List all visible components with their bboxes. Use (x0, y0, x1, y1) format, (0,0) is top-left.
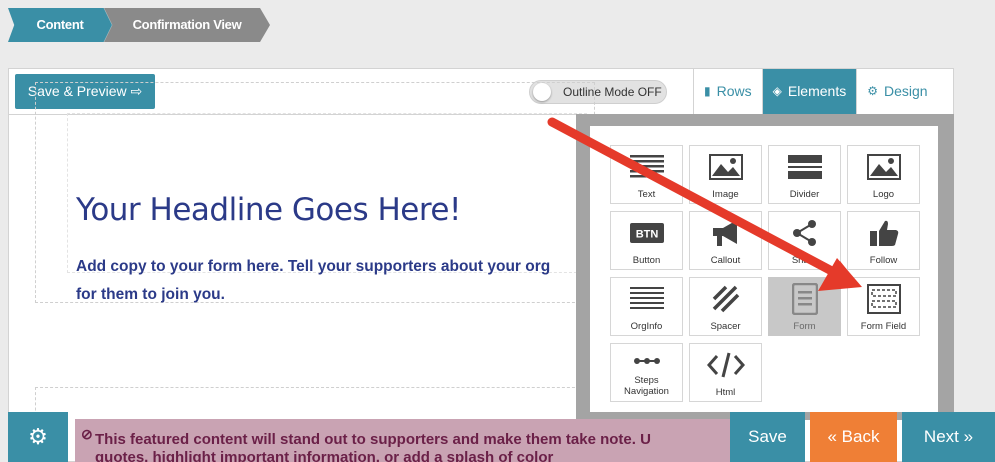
element-tile-label: Logo (872, 189, 895, 200)
body-copy[interactable]: Add copy to your form here. Tell your su… (76, 253, 596, 309)
body-copy-line-2: for them to join you. (76, 286, 225, 303)
save-button[interactable]: Save (730, 412, 805, 462)
elements-panel: Text Image Divider Logo BTN Button Callout Shar… (590, 126, 938, 412)
image-icon (690, 152, 761, 182)
tab-design-label: Design (883, 83, 928, 99)
layers-icon: ◈ (772, 84, 782, 98)
tab-rows-label: Rows (716, 83, 752, 99)
element-tile-form-field[interactable]: Form Field (847, 277, 920, 336)
org-info-icon (611, 284, 682, 314)
element-tile-text[interactable]: Text (610, 145, 683, 204)
element-tile-label: Follow (869, 255, 898, 266)
next-button[interactable]: Next » (902, 412, 995, 462)
palette-icon: ⚙ (867, 84, 878, 98)
element-tile-logo[interactable]: Logo (847, 145, 920, 204)
element-tile-steps-navigation[interactable]: Steps Navigation (610, 343, 683, 402)
tab-elements[interactable]: ◈ Elements (761, 69, 857, 114)
form-icon (769, 283, 840, 315)
element-tile-callout[interactable]: Callout (689, 211, 762, 270)
divider-icon (769, 152, 840, 182)
spacer-icon (690, 284, 761, 314)
settings-button[interactable]: ⚙ (8, 412, 68, 462)
btn-icon: BTN (611, 218, 682, 248)
logo-image-icon (848, 152, 919, 182)
element-tile-label: Share (791, 255, 818, 266)
tab-rows[interactable]: ▮ Rows (693, 69, 762, 114)
element-tile-divider[interactable]: Divider (768, 145, 841, 204)
form-field-icon (848, 284, 919, 314)
megaphone-icon (690, 218, 761, 248)
element-tile-orginfo[interactable]: OrgInfo (610, 277, 683, 336)
rows-icon: ▮ (704, 84, 711, 98)
tab-elements-label: Elements (787, 83, 847, 99)
element-tile-label: Callout (710, 255, 741, 266)
element-tile-label: Spacer (710, 321, 741, 332)
headline-text[interactable]: Your Headline Goes Here! (76, 192, 461, 228)
element-tile-label: Text (637, 189, 656, 200)
element-tile-html[interactable]: Html (689, 343, 762, 402)
element-tile-button[interactable]: BTN Button (610, 211, 683, 270)
eye-slash-icon[interactable]: ⊘ (81, 425, 93, 443)
text-icon (611, 152, 682, 182)
element-tile-label: Form (793, 321, 816, 332)
svg-text:BTN: BTN (635, 229, 658, 241)
element-tile-share[interactable]: Share (768, 211, 841, 270)
element-tile-label: OrgInfo (630, 321, 663, 332)
steps-navigation-icon (611, 346, 682, 376)
element-tile-label: Divider (789, 189, 820, 200)
panel-tabs: ▮ Rows ◈ Elements ⚙ Design (693, 69, 938, 114)
breadcrumb-step-content[interactable]: Content (8, 8, 112, 42)
featured-content-block[interactable]: ⊘ This featured content will stand out t… (75, 419, 735, 462)
elements-grid: Text Image Divider Logo BTN Button Callout Shar… (610, 145, 920, 402)
element-tile-form: Form (768, 277, 841, 336)
element-tile-label: Button (632, 255, 661, 266)
code-icon (690, 350, 761, 380)
element-tile-label: Html (715, 387, 736, 398)
featured-line-2: quotes, highlight important information,… (95, 449, 554, 462)
element-tile-label: Image (712, 189, 739, 200)
share-icon (769, 218, 840, 248)
breadcrumb-step-confirmation-view[interactable]: Confirmation View (104, 8, 270, 42)
thumbs-up-icon (848, 218, 919, 248)
back-button[interactable]: « Back (810, 412, 897, 462)
element-tile-follow[interactable]: Follow (847, 211, 920, 270)
element-tile-label: Form Field (860, 321, 907, 332)
gear-icon: ⚙ (28, 424, 48, 449)
featured-line-1: This featured content will stand out to … (95, 431, 651, 448)
body-copy-line-1: Add copy to your form here. Tell your su… (76, 258, 551, 275)
element-tile-label: Steps Navigation (624, 375, 669, 397)
element-tile-spacer[interactable]: Spacer (689, 277, 762, 336)
tab-design[interactable]: ⚙ Design (856, 69, 937, 114)
element-tile-image[interactable]: Image (689, 145, 762, 204)
